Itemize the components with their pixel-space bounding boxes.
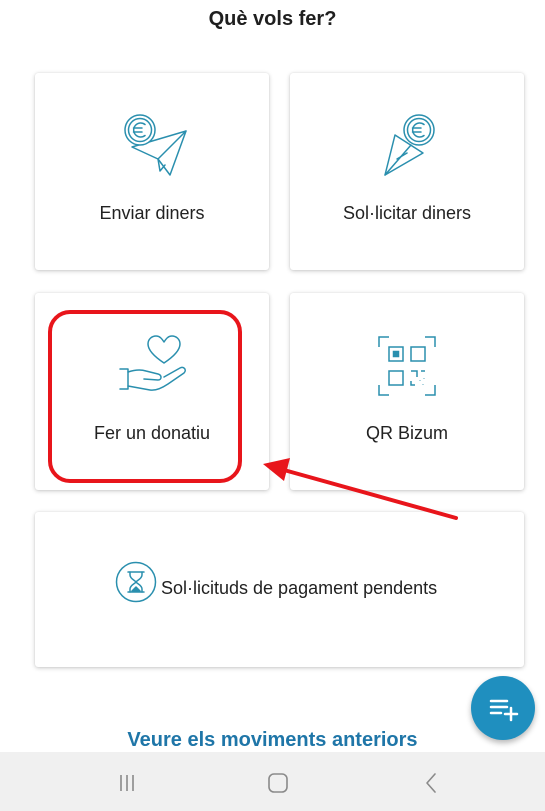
system-nav-bar — [0, 752, 545, 811]
add-list-icon — [489, 699, 519, 722]
home-icon[interactable] — [258, 769, 298, 797]
pending-requests-label: Sol·licituds de pagament pendents — [161, 578, 438, 598]
send-money-card[interactable]: Enviar diners — [35, 73, 269, 270]
donate-label: Fer un donatiu — [93, 423, 211, 443]
hourglass-icon — [115, 561, 157, 603]
back-icon[interactable] — [411, 769, 451, 797]
page-title: Què vols fer? — [208, 8, 337, 30]
previous-movements-link[interactable]: Veure els moviments anteriors — [0, 729, 545, 752]
qr-bizum-label: QR Bizum — [365, 423, 448, 443]
send-money-label: Enviar diners — [99, 203, 205, 223]
qr-code-icon — [378, 336, 436, 396]
recents-icon[interactable] — [107, 769, 147, 797]
donation-heart-hand-icon — [119, 335, 186, 391]
request-money-card[interactable]: Sol·licitar diners — [290, 73, 524, 270]
pending-requests-card[interactable]: Sol·licituds de pagament pendents — [35, 512, 524, 667]
qr-bizum-card[interactable]: QR Bizum — [290, 293, 524, 490]
donate-card[interactable]: Fer un donatiu — [35, 293, 269, 490]
request-money-icon — [384, 114, 435, 176]
send-money-icon — [124, 114, 187, 176]
request-money-label: Sol·licitar diners — [342, 203, 472, 223]
